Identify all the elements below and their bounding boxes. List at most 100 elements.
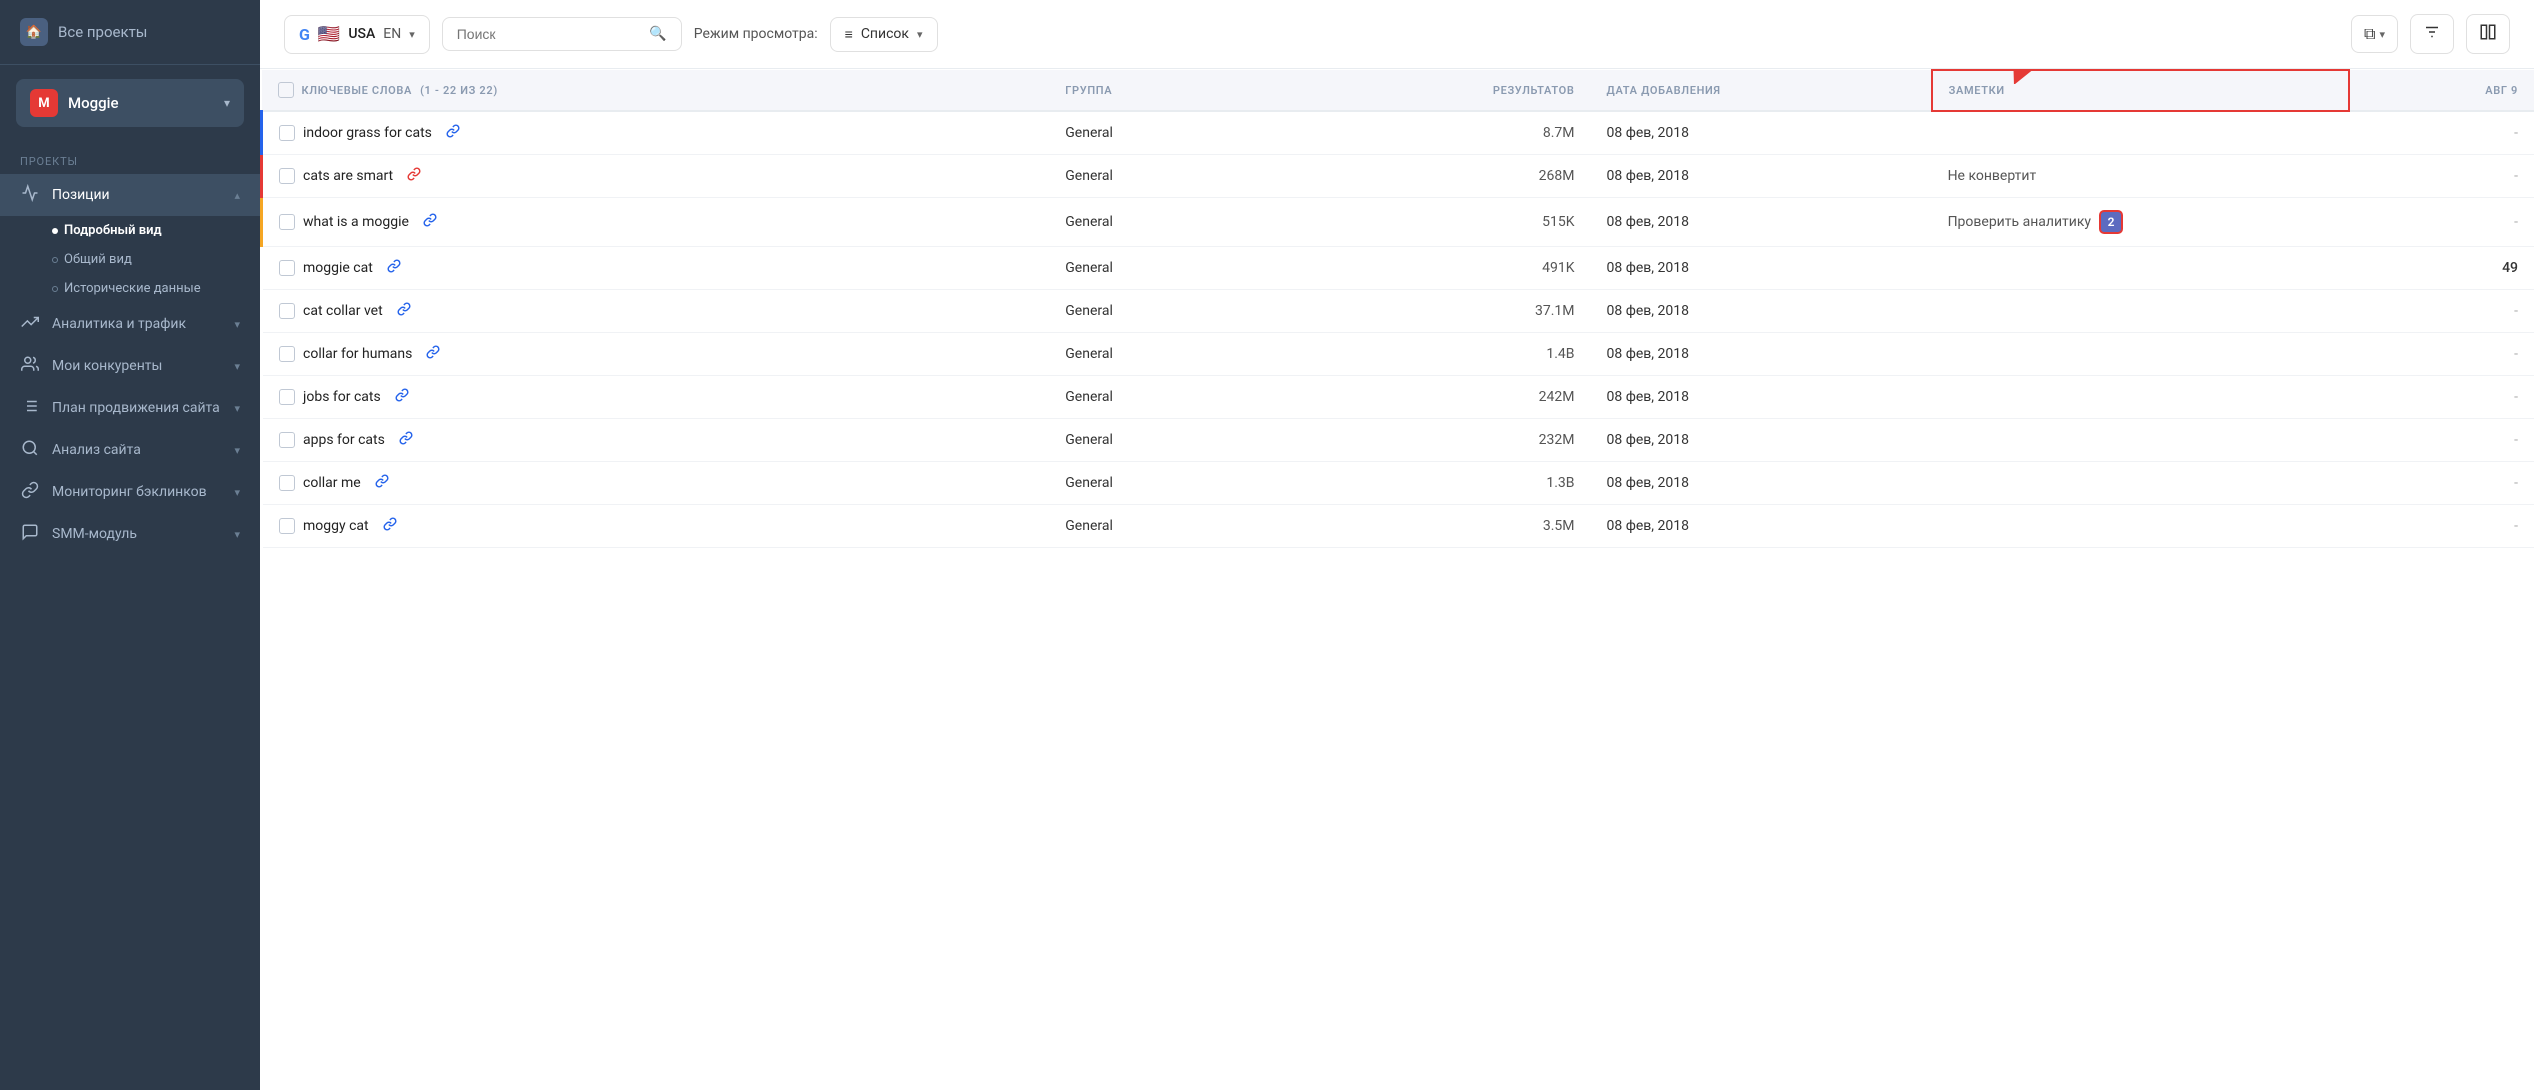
sidebar-item-site-analysis[interactable]: Анализ сайта ▾ xyxy=(0,429,260,471)
keywords-column-header[interactable]: КЛЮЧЕВЫЕ СЛОВА (1 - 22 ИЗ 22) xyxy=(262,70,1050,111)
row-checkbox[interactable] xyxy=(279,432,295,448)
country-flag: 🇺🇸 xyxy=(318,24,340,45)
dim-dot-2 xyxy=(52,286,58,292)
sidebar-item-smm[interactable]: SMM-модуль ▾ xyxy=(0,513,260,555)
link-icon[interactable] xyxy=(426,345,440,363)
group-cell: General xyxy=(1049,376,1327,419)
view-mode-selector[interactable]: ≡ Список ▾ xyxy=(830,17,938,52)
list-icon: ≡ xyxy=(845,26,853,43)
link-icon[interactable] xyxy=(446,124,460,142)
notes-header-label: ЗАМЕТКИ xyxy=(1949,84,2005,97)
results-cell: 37.1M xyxy=(1327,290,1590,333)
keyword-cell: moggie cat xyxy=(262,247,1050,290)
link-icon[interactable] xyxy=(395,388,409,406)
link-icon[interactable] xyxy=(383,517,397,535)
filter-button[interactable] xyxy=(2410,14,2454,54)
row-checkbox[interactable] xyxy=(279,475,295,491)
sidebar-item-competitors[interactable]: Мои конкуренты ▾ xyxy=(0,345,260,387)
table-body: indoor grass for cats General 8.7M 08 фе… xyxy=(262,111,2534,548)
keywords-header-label: КЛЮЧЕВЫЕ СЛОВА xyxy=(302,84,413,97)
row-checkbox[interactable] xyxy=(279,346,295,362)
group-column-header[interactable]: ГРУППА xyxy=(1049,70,1327,111)
search-box[interactable]: 🔍 xyxy=(442,17,682,51)
sidebar-subitem-general[interactable]: Общий вид xyxy=(52,245,260,274)
sidebar-item-promotion[interactable]: План продвижения сайта ▾ xyxy=(0,387,260,429)
group-cell: General xyxy=(1049,462,1327,505)
link-icon[interactable] xyxy=(399,431,413,449)
projects-section-label: ПРОЕКТЫ xyxy=(0,141,260,174)
copy-button[interactable]: ⧉ ▾ xyxy=(2351,15,2398,53)
positions-submenu: Подробный вид Общий вид Исторические дан… xyxy=(0,216,260,303)
workspace-name: Moggie xyxy=(68,94,214,112)
notes-cell xyxy=(1932,505,2349,548)
search-engine-selector[interactable]: G 🇺🇸 USA EN ▾ xyxy=(284,15,430,54)
view-mode-chevron-icon: ▾ xyxy=(917,28,923,41)
aug-cell: - xyxy=(2349,505,2534,548)
results-cell: 515K xyxy=(1327,198,1590,247)
table-row: collar me General 1.3B 08 фев, 2018 - xyxy=(262,462,2534,505)
row-checkbox[interactable] xyxy=(279,260,295,276)
notes-badge[interactable]: 2 xyxy=(2099,210,2123,234)
copy-icon: ⧉ xyxy=(2364,24,2375,44)
date-cell: 08 фев, 2018 xyxy=(1591,111,1932,155)
columns-icon xyxy=(2479,23,2497,45)
select-all-checkbox[interactable] xyxy=(278,82,294,98)
keyword-text: what is a moggie xyxy=(303,214,409,230)
promotion-chevron-icon: ▾ xyxy=(234,402,240,415)
link-icon[interactable] xyxy=(397,302,411,320)
row-checkbox[interactable] xyxy=(279,518,295,534)
aug-cell: - xyxy=(2349,290,2534,333)
row-checkbox[interactable] xyxy=(279,168,295,184)
columns-button[interactable] xyxy=(2466,14,2510,54)
group-cell: General xyxy=(1049,333,1327,376)
active-dot xyxy=(52,228,58,234)
keyword-text: moggie cat xyxy=(303,260,373,276)
backlinks-icon xyxy=(20,481,40,503)
keyword-cell: cats are smart xyxy=(262,155,1050,198)
all-projects-link[interactable]: 🏠 Все проекты xyxy=(0,0,260,65)
link-icon[interactable] xyxy=(407,167,421,185)
row-checkbox[interactable] xyxy=(279,125,295,141)
table-row: collar for humans General 1.4B 08 фев, 2… xyxy=(262,333,2534,376)
sidebar-item-positions[interactable]: Позиции ▴ xyxy=(0,174,260,216)
link-icon[interactable] xyxy=(423,213,437,231)
keyword-cell: indoor grass for cats xyxy=(262,111,1050,155)
keyword-cell: collar for humans xyxy=(262,333,1050,376)
table-row: cat collar vet General 37.1M 08 фев, 201… xyxy=(262,290,2534,333)
sidebar-subitem-history[interactable]: Исторические данные xyxy=(52,274,260,303)
keyword-text: jobs for cats xyxy=(303,389,381,405)
row-checkbox[interactable] xyxy=(279,389,295,405)
smm-icon xyxy=(20,523,40,545)
keywords-count: (1 - 22 ИЗ 22) xyxy=(420,84,498,97)
notes-column-header[interactable]: ЗАМЕТКИ xyxy=(1932,70,2349,111)
keyword-cell: cat collar vet xyxy=(262,290,1050,333)
positions-chevron-icon: ▴ xyxy=(234,189,240,202)
notes-cell xyxy=(1932,111,2349,155)
notes-cell xyxy=(1932,419,2349,462)
sidebar-subitem-detailed[interactable]: Подробный вид xyxy=(52,216,260,245)
link-icon[interactable] xyxy=(387,259,401,277)
smm-label: SMM-модуль xyxy=(52,526,222,542)
aug-column-header[interactable]: АВГ 9 xyxy=(2349,70,2534,111)
row-checkbox[interactable] xyxy=(279,303,295,319)
sidebar-item-backlinks[interactable]: Мониторинг бэклинков ▾ xyxy=(0,471,260,513)
group-cell: General xyxy=(1049,198,1327,247)
date-cell: 08 фев, 2018 xyxy=(1591,376,1932,419)
results-cell: 1.4B xyxy=(1327,333,1590,376)
date-cell: 08 фев, 2018 xyxy=(1591,333,1932,376)
date-cell: 08 фев, 2018 xyxy=(1591,198,1932,247)
date-column-header[interactable]: ДАТА ДОБАВЛЕНИЯ xyxy=(1591,70,1932,111)
all-projects-label: Все проекты xyxy=(58,23,147,41)
keywords-table: КЛЮЧЕВЫЕ СЛОВА (1 - 22 ИЗ 22) ГРУППА РЕЗ… xyxy=(260,69,2534,548)
link-icon[interactable] xyxy=(375,474,389,492)
workspace-selector[interactable]: M Moggie ▾ xyxy=(16,79,244,127)
keyword-text: cats are smart xyxy=(303,168,393,184)
search-input[interactable] xyxy=(457,26,642,42)
table-row: cats are smart General 268M 08 фев, 2018… xyxy=(262,155,2534,198)
results-column-header[interactable]: РЕЗУЛЬТАТОВ xyxy=(1327,70,1590,111)
keyword-cell: apps for cats xyxy=(262,419,1050,462)
notes-cell xyxy=(1932,376,2349,419)
sidebar-item-analytics[interactable]: Аналитика и трафик ▾ xyxy=(0,303,260,345)
table-header-row: КЛЮЧЕВЫЕ СЛОВА (1 - 22 ИЗ 22) ГРУППА РЕЗ… xyxy=(262,70,2534,111)
row-checkbox[interactable] xyxy=(279,214,295,230)
